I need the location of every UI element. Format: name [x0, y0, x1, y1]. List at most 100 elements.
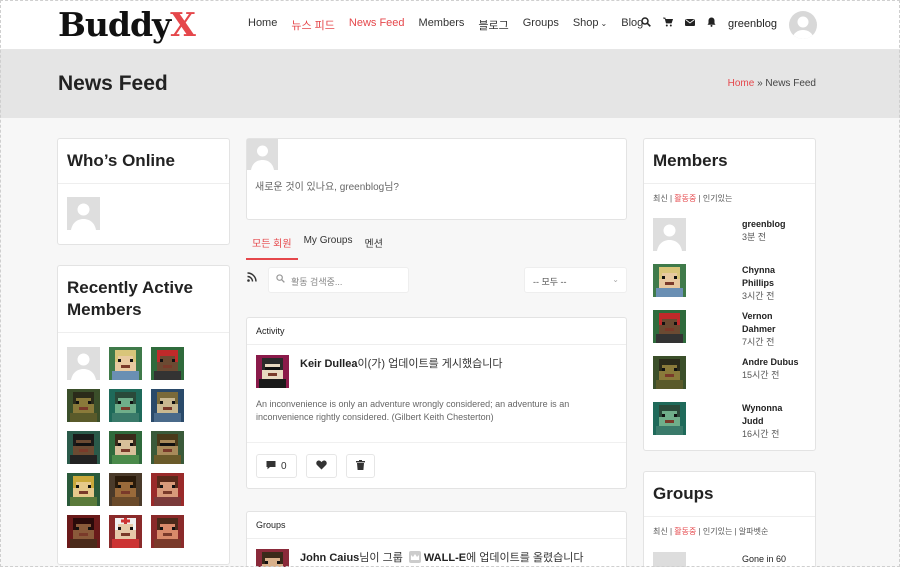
members-widget: Members 최신 | 활동중 | 인기있는 greenblog 3분 전 Chy… [643, 138, 816, 451]
member-info: greenblog 3분 전 [742, 218, 786, 244]
breadcrumb-home[interactable]: Home [728, 78, 755, 89]
nav-news-feed[interactable]: News Feed [349, 17, 405, 33]
member-last-active: 15시간 전 [742, 370, 780, 381]
comment-button[interactable]: 0 [256, 454, 297, 478]
nav-blog-ko[interactable]: 블로그 [478, 17, 508, 33]
activity-search-input[interactable]: 활동 검색중... [268, 267, 409, 293]
recently-active-widget: Recently Active Members [57, 265, 230, 565]
avatar[interactable] [653, 218, 686, 252]
member-name[interactable]: Chynna Phillips [742, 264, 806, 290]
favorite-button[interactable] [305, 454, 337, 478]
page-header: News Feed Home » News Feed [0, 50, 900, 118]
rss-icon[interactable] [247, 271, 257, 285]
tab-newest[interactable]: 최신 [653, 527, 668, 536]
nav-shop[interactable]: Shop ⌄ [573, 17, 607, 33]
avatar[interactable] [256, 355, 289, 388]
tab-all-members[interactable]: 모든 회원 [246, 230, 298, 260]
groups-widget: Groups 최신 | 활동중 | 인기있는 | 알파벳순 Gone in 60 [643, 471, 816, 567]
activity-filter-select[interactable]: -- 모두 -- ⌄ [524, 267, 627, 293]
widget-title: Recently Active Members [58, 266, 229, 334]
nav-blog[interactable]: Blog [621, 17, 643, 33]
member-list: greenblog 3분 전 Chynna Phillips 3시간 전 Vernon … [644, 218, 815, 448]
avatar[interactable] [151, 431, 184, 465]
cart-icon[interactable] [663, 17, 674, 30]
group-icon [408, 551, 421, 563]
activity-type-label: Groups [247, 512, 626, 539]
site-logo[interactable]: BuddyX [58, 5, 196, 45]
avatar[interactable] [653, 264, 686, 298]
groups-filter-tabs: 최신 | 활동중 | 인기있는 | 알파벳순 [653, 527, 769, 537]
tab-alphabetical[interactable]: 알파벳순 [739, 527, 768, 536]
avatar[interactable] [653, 310, 686, 344]
nav-news-feed-ko[interactable]: 뉴스 피드 [291, 17, 335, 33]
avatar[interactable] [109, 431, 142, 465]
trash-icon [355, 459, 365, 473]
tab-active[interactable]: 활동중 [674, 194, 696, 203]
avatar[interactable] [151, 389, 184, 423]
member-name[interactable]: Andre Dubus [742, 356, 799, 369]
activity-item: Groups John Caius님이 그룹 WALL-E에 업데이트를 올렸습… [246, 511, 627, 567]
tab-mentions[interactable]: 멘션 [359, 230, 389, 260]
activity-header: John Caius님이 그룹 WALL-E에 업데이트를 올렸습니다 [300, 551, 584, 564]
header-actions: greenblog [641, 17, 777, 30]
avatar[interactable] [109, 389, 142, 423]
user-avatar[interactable] [789, 11, 817, 39]
members-filter-tabs: 최신 | 활동중 | 인기있는 [653, 194, 733, 204]
member-name[interactable]: Vernon Dahmer [742, 310, 806, 336]
composer-placeholder[interactable]: 새로운 것이 있나요, greenblog님? [255, 178, 399, 193]
mail-icon[interactable] [685, 18, 695, 30]
member-last-active: 3분 전 [742, 232, 767, 243]
member-list-item: Andre Dubus 15시간 전 [644, 356, 815, 402]
tab-my-groups[interactable]: My Groups [298, 230, 359, 260]
page-title: News Feed [58, 72, 168, 95]
member-info: Chynna Phillips 3시간 전 [742, 264, 806, 303]
search-icon[interactable] [641, 17, 651, 30]
avatar[interactable] [67, 389, 100, 423]
avatar[interactable] [67, 515, 100, 549]
avatar [247, 139, 278, 170]
avatar[interactable] [67, 347, 100, 381]
tab-popular[interactable]: 인기있는 [703, 527, 732, 536]
widget-title: Members [644, 139, 815, 185]
author-link[interactable]: John Caius [300, 552, 359, 564]
tab-active[interactable]: 활동중 [674, 527, 696, 536]
nav-members[interactable]: Members [419, 17, 465, 33]
member-name[interactable]: greenblog [742, 218, 786, 231]
avatar[interactable] [151, 515, 184, 549]
post-composer[interactable]: 새로운 것이 있나요, greenblog님? [246, 138, 627, 220]
username-link[interactable]: greenblog [728, 18, 777, 30]
widget-title: Groups [644, 472, 815, 518]
member-info: Andre Dubus 15시간 전 [742, 356, 799, 382]
member-name[interactable]: Wynonna Judd [742, 402, 806, 428]
avatar[interactable] [67, 473, 100, 507]
group-name[interactable]: Gone in 60 [742, 554, 786, 564]
group-avatar[interactable] [653, 552, 686, 567]
breadcrumb-current: News Feed [765, 78, 816, 89]
breadcrumb: Home » News Feed [727, 78, 816, 89]
tab-newest[interactable]: 최신 [653, 194, 668, 203]
avatar[interactable] [67, 197, 100, 231]
activity-header: Keir Dullea이(가) 업데이트를 게시했습니다 [300, 358, 503, 370]
member-list-item: Vernon Dahmer 7시간 전 [644, 310, 815, 356]
avatar[interactable] [109, 515, 142, 549]
nav-groups[interactable]: Groups [523, 17, 559, 33]
author-link[interactable]: Keir Dullea [300, 358, 357, 370]
delete-button[interactable] [345, 454, 375, 478]
avatar[interactable] [151, 347, 184, 381]
avatar[interactable] [109, 347, 142, 381]
avatar[interactable] [151, 473, 184, 507]
avatar[interactable] [653, 356, 686, 390]
bell-icon[interactable] [707, 17, 716, 30]
avatar[interactable] [256, 549, 289, 567]
avatar[interactable] [653, 402, 686, 436]
group-link[interactable]: WALL-E [424, 552, 466, 564]
member-list-item: greenblog 3분 전 [644, 218, 815, 264]
member-last-active: 7시간 전 [742, 337, 775, 348]
tab-popular[interactable]: 인기있는 [703, 194, 732, 203]
nav-home[interactable]: Home [248, 17, 277, 33]
main-nav: Home 뉴스 피드 News Feed Members 블로그 Groups … [248, 17, 643, 33]
member-list-item: Wynonna Judd 16시간 전 [644, 402, 815, 448]
avatar[interactable] [67, 431, 100, 465]
avatar[interactable] [109, 473, 142, 507]
activity-item: Activity Keir Dullea이(가) 업데이트를 게시했습니다 An… [246, 317, 627, 489]
